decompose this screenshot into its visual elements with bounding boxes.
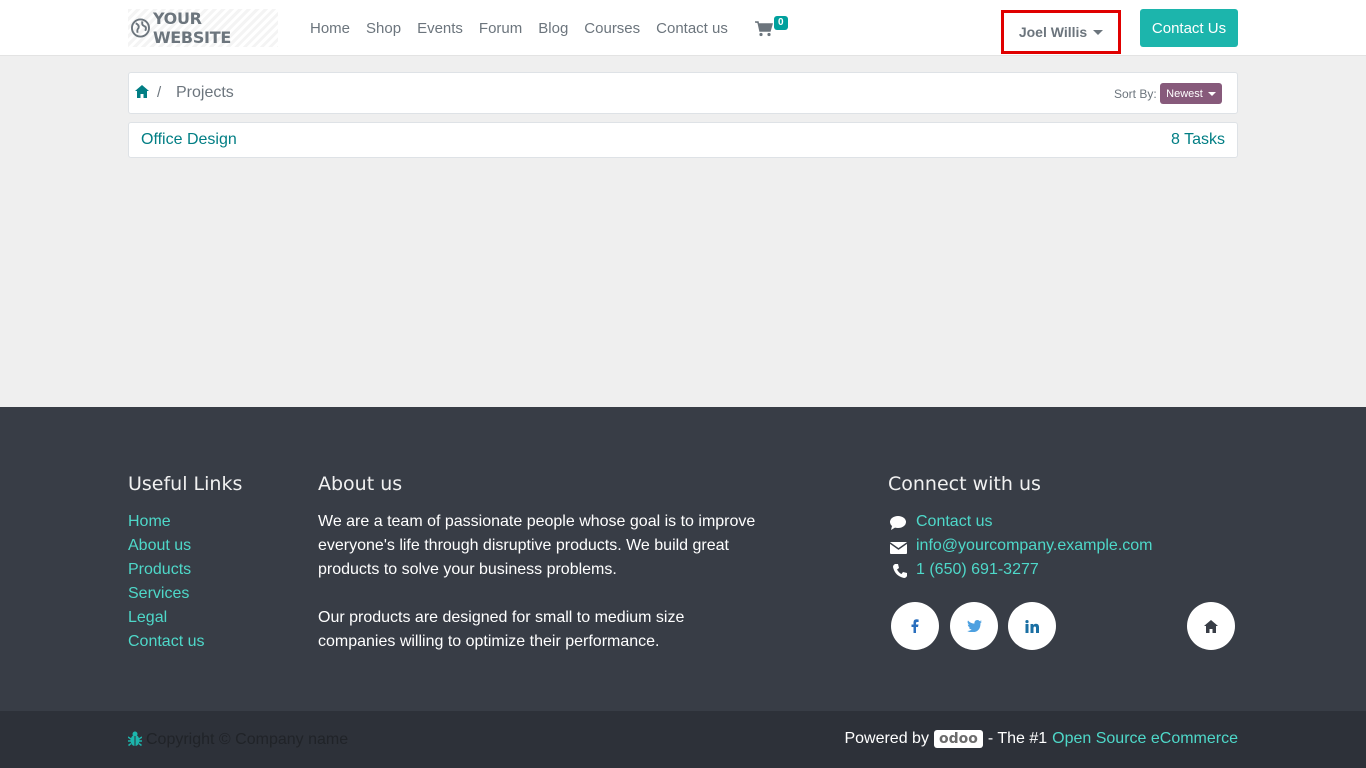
linkedin-icon [1025, 619, 1039, 633]
twitter-icon [966, 620, 982, 632]
nav-contact-us[interactable]: Contact us [648, 20, 736, 37]
website-home-button[interactable] [1187, 602, 1235, 650]
about-us-heading: About us [318, 473, 403, 495]
envelope-icon [890, 542, 908, 554]
nav-shop[interactable]: Shop [358, 20, 409, 37]
open-source-ecommerce-link[interactable]: Open Source eCommerce [1052, 730, 1238, 748]
facebook-icon [911, 619, 919, 633]
chevron-down-icon [1207, 91, 1216, 96]
linkedin-button[interactable] [1008, 602, 1056, 650]
top-navbar: YOUR WEBSITE Home Shop Events Forum Blog… [0, 0, 1366, 56]
connect-heading: Connect with us [888, 473, 1041, 495]
footer [0, 407, 1366, 711]
cart-link[interactable]: 0 [755, 16, 795, 40]
phone-icon [893, 564, 907, 578]
project-row[interactable]: Office Design 8 Tasks [128, 122, 1238, 158]
shopping-cart-icon [755, 21, 773, 37]
about-text-line: We are a team of passionate people whose… [318, 513, 756, 530]
nav-courses[interactable]: Courses [576, 20, 648, 37]
about-text-line: everyone's life through disruptive produ… [318, 537, 729, 554]
about-text-line: Our products are designed for small to m… [318, 609, 685, 626]
home-icon [1204, 619, 1218, 633]
sort-value: Newest [1166, 87, 1203, 100]
comment-icon [890, 516, 906, 530]
footer-link-contact-us[interactable]: Contact us [128, 633, 204, 651]
project-name[interactable]: Office Design [141, 131, 237, 149]
footer-phone-link[interactable]: 1 (650) 691-3277 [916, 561, 1039, 579]
breadcrumb-separator: / [157, 84, 162, 101]
cart-count-badge: 0 [774, 16, 788, 30]
odoo-logo[interactable]: odoo [933, 730, 983, 748]
breadcrumb-current: Projects [176, 84, 234, 101]
tagline-text: - The #1 [987, 730, 1048, 747]
project-task-count[interactable]: 8 Tasks [1171, 131, 1225, 149]
bug-icon[interactable] [128, 731, 142, 747]
powered-by-label: Powered by [844, 730, 929, 747]
footer-link-about-us[interactable]: About us [128, 537, 191, 555]
footer-link-home[interactable]: Home [128, 513, 171, 531]
breadcrumb: / Projects Sort By: Newest [128, 72, 1238, 114]
home-icon[interactable] [135, 85, 149, 98]
nav-events[interactable]: Events [409, 20, 471, 37]
chevron-down-icon [1093, 29, 1104, 35]
sort-by-label: Sort By: [1114, 87, 1157, 101]
footer-link-services[interactable]: Services [128, 585, 189, 603]
contact-us-button[interactable]: Contact Us [1140, 9, 1238, 47]
facebook-button[interactable] [891, 602, 939, 650]
footer-link-products[interactable]: Products [128, 561, 191, 579]
about-text-line: products to solve your business problems… [318, 561, 617, 578]
copyright-bar: Copyright © Company name Powered by odoo… [0, 711, 1366, 768]
globe-icon [131, 18, 150, 38]
user-name: Joel Willis [1018, 24, 1088, 40]
about-text-line: companies willing to optimize their perf… [318, 633, 660, 650]
nav-home[interactable]: Home [302, 20, 358, 37]
footer-email-link[interactable]: info@yourcompany.example.com [916, 537, 1153, 555]
nav-forum[interactable]: Forum [471, 20, 530, 37]
twitter-button[interactable] [950, 602, 998, 650]
footer-contact-link[interactable]: Contact us [916, 513, 992, 531]
logo-text: YOUR WEBSITE [152, 9, 231, 47]
site-logo[interactable]: YOUR WEBSITE [128, 9, 278, 47]
nav-blog[interactable]: Blog [530, 20, 576, 37]
powered-by: Powered by odoo - The #1 Open Source eCo… [844, 730, 1238, 748]
sort-dropdown[interactable]: Newest [1160, 83, 1222, 104]
footer-link-legal[interactable]: Legal [128, 609, 167, 627]
copyright-text: Copyright © Company name [146, 731, 349, 748]
user-menu-dropdown[interactable]: Joel Willis [1001, 10, 1121, 54]
useful-links-heading: Useful Links [128, 473, 243, 495]
main-menu: Home Shop Events Forum Blog Courses Cont… [302, 0, 736, 56]
